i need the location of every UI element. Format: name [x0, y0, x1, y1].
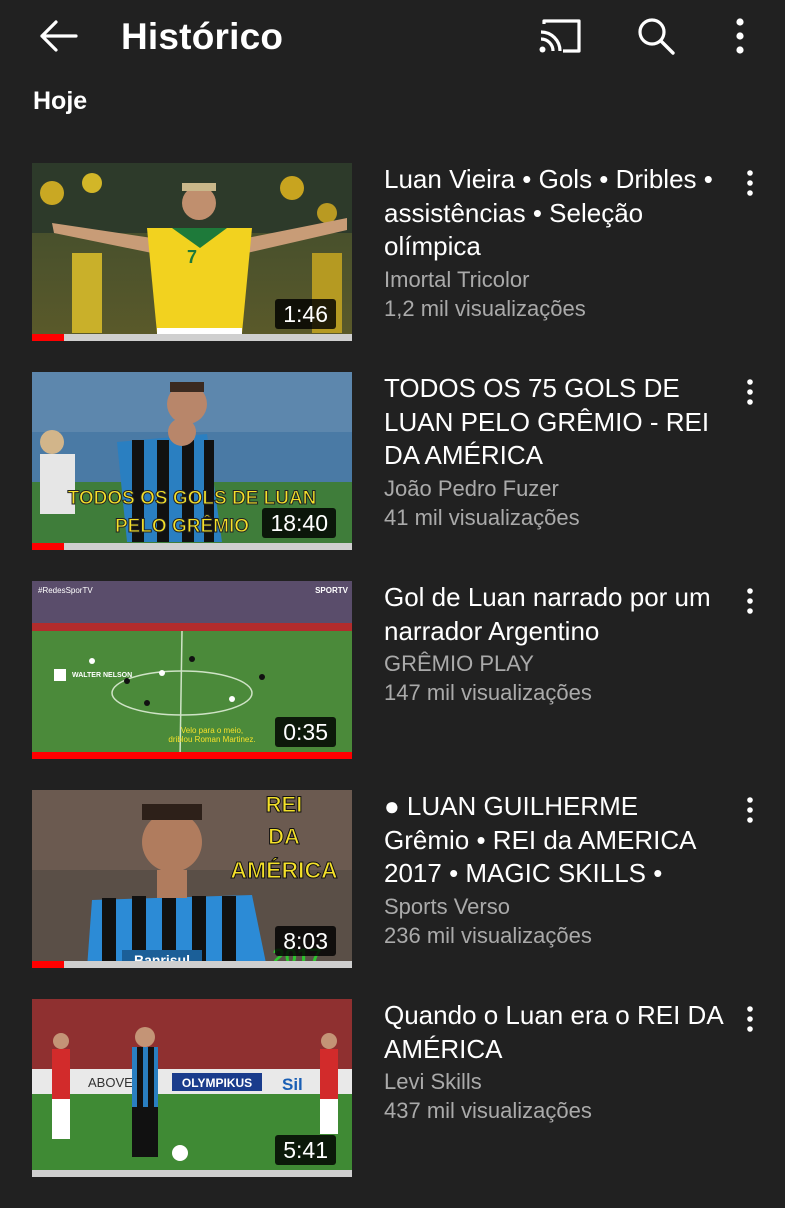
video-options-button[interactable] [730, 372, 770, 412]
video-options-button[interactable] [730, 581, 770, 621]
thumbnail-caption: Velo para o meio, [181, 726, 243, 735]
video-meta: Quando o Luan era o REI DA AMÉRICA Levi … [384, 999, 724, 1125]
thumbnail-caption: DA [268, 824, 300, 849]
video-thumbnail[interactable]: ABOVE OLYMPIKUS Sil 5:41 [32, 999, 352, 1177]
thumbnail-caption: REI [266, 792, 303, 817]
video-item: Banrisul REI DA AMÉRICA 2017 8:03 ● LUAN… [0, 790, 785, 999]
more-vert-icon [747, 797, 753, 823]
more-vert-icon [747, 379, 753, 405]
thumbnail-caption: SPORTV [315, 586, 349, 595]
watch-progress-bar [32, 334, 352, 341]
video-item: TODOS OS GOLS DE LUAN PELO GRÊMIO 18:40 … [0, 372, 785, 581]
video-title[interactable]: Luan Vieira • Gols • Dribles • assistênc… [384, 163, 724, 264]
watch-progress-bar [32, 543, 352, 550]
channel-name: Levi Skills [384, 1069, 482, 1094]
watch-progress-fill [32, 334, 64, 341]
video-duration: 0:35 [275, 717, 336, 747]
video-item: ABOVE OLYMPIKUS Sil 5:41 Quando o Luan e… [0, 999, 785, 1208]
search-button[interactable] [628, 12, 684, 60]
more-vert-icon [747, 1006, 753, 1032]
more-vert-icon [747, 170, 753, 196]
watch-progress-fill [32, 961, 64, 968]
more-vert-icon [747, 588, 753, 614]
video-duration: 5:41 [275, 1135, 336, 1165]
video-thumbnail[interactable]: Banrisul REI DA AMÉRICA 2017 8:03 [32, 790, 352, 968]
thumbnail-caption: OLYMPIKUS [182, 1076, 252, 1090]
view-count: 1,2 mil visualizações [384, 295, 586, 321]
thumbnail-caption: WALTER NELSON [72, 672, 132, 679]
video-meta: Luan Vieira • Gols • Dribles • assistênc… [384, 163, 724, 323]
cast-icon [539, 19, 581, 53]
thumbnail-caption: TODOS OS GOLS DE LUAN [68, 488, 317, 509]
thumbnail-caption: AMÉRICA [230, 856, 337, 883]
video-options-button[interactable] [730, 163, 770, 203]
watch-progress-bar [32, 961, 352, 968]
svg-text:7: 7 [187, 247, 197, 267]
view-count: 236 mil visualizações [384, 922, 592, 948]
video-title[interactable]: Gol de Luan narrado por um narrador Arge… [384, 581, 724, 648]
thumbnail-caption: driblou Roman Martinez. [168, 735, 255, 744]
back-button[interactable] [30, 14, 86, 58]
app-bar: Histórico [0, 0, 785, 75]
video-thumbnail[interactable]: 7 1:46 [32, 163, 352, 341]
video-title[interactable]: Quando o Luan era o REI DA AMÉRICA [384, 999, 724, 1066]
cast-button[interactable] [532, 12, 588, 60]
video-item: 7 1:46 Luan Vieira • Gols • Dribles • as… [0, 163, 785, 372]
channel-name: João Pedro Fuzer [384, 475, 559, 501]
video-title[interactable]: TODOS OS 75 GOLS DE LUAN PELO GRÊMIO - R… [384, 372, 724, 473]
video-item: #RedesSporTV SPORTV WALTER NELSON Velo p… [0, 581, 785, 790]
video-meta: ● LUAN GUILHERME Grêmio • REI da AMERICA… [384, 790, 724, 950]
video-title[interactable]: ● LUAN GUILHERME Grêmio • REI da AMERICA… [384, 790, 724, 891]
video-thumbnail[interactable]: #RedesSporTV SPORTV WALTER NELSON Velo p… [32, 581, 352, 759]
section-header-today: Hoje [33, 87, 88, 115]
view-count: 41 mil visualizações [384, 504, 580, 530]
video-duration: 18:40 [262, 508, 336, 538]
channel-name: Imortal Tricolor [384, 266, 530, 292]
channel-name: Sports Verso [384, 893, 510, 919]
back-arrow-icon [40, 20, 78, 52]
thumbnail-caption: PELO GRÊMIO [115, 515, 249, 537]
video-duration: 8:03 [275, 926, 336, 956]
video-meta: TODOS OS 75 GOLS DE LUAN PELO GRÊMIO - R… [384, 372, 724, 532]
video-options-button[interactable] [730, 790, 770, 830]
history-list: 7 1:46 Luan Vieira • Gols • Dribles • as… [0, 163, 785, 1208]
thumbnail-caption: Sil [282, 1075, 303, 1094]
more-options-button[interactable] [715, 12, 765, 60]
page-title: Histórico [121, 16, 284, 57]
view-count: 147 mil visualizações [384, 680, 592, 705]
video-duration: 1:46 [275, 299, 336, 329]
video-meta: Gol de Luan narrado por um narrador Arge… [384, 581, 724, 707]
view-count: 437 mil visualizações [384, 1098, 592, 1123]
watch-progress-fill [32, 543, 64, 550]
more-vert-icon [736, 18, 744, 54]
video-thumbnail[interactable]: TODOS OS GOLS DE LUAN PELO GRÊMIO 18:40 [32, 372, 352, 550]
search-icon [638, 18, 675, 55]
channel-name: GRÊMIO PLAY [384, 651, 534, 676]
video-options-button[interactable] [730, 999, 770, 1039]
thumbnail-caption: #RedesSporTV [38, 586, 93, 595]
thumbnail-caption: ABOVE [88, 1075, 133, 1090]
watch-progress-bar [32, 1170, 352, 1177]
watch-progress-fill [32, 752, 352, 759]
watch-progress-bar [32, 752, 352, 759]
